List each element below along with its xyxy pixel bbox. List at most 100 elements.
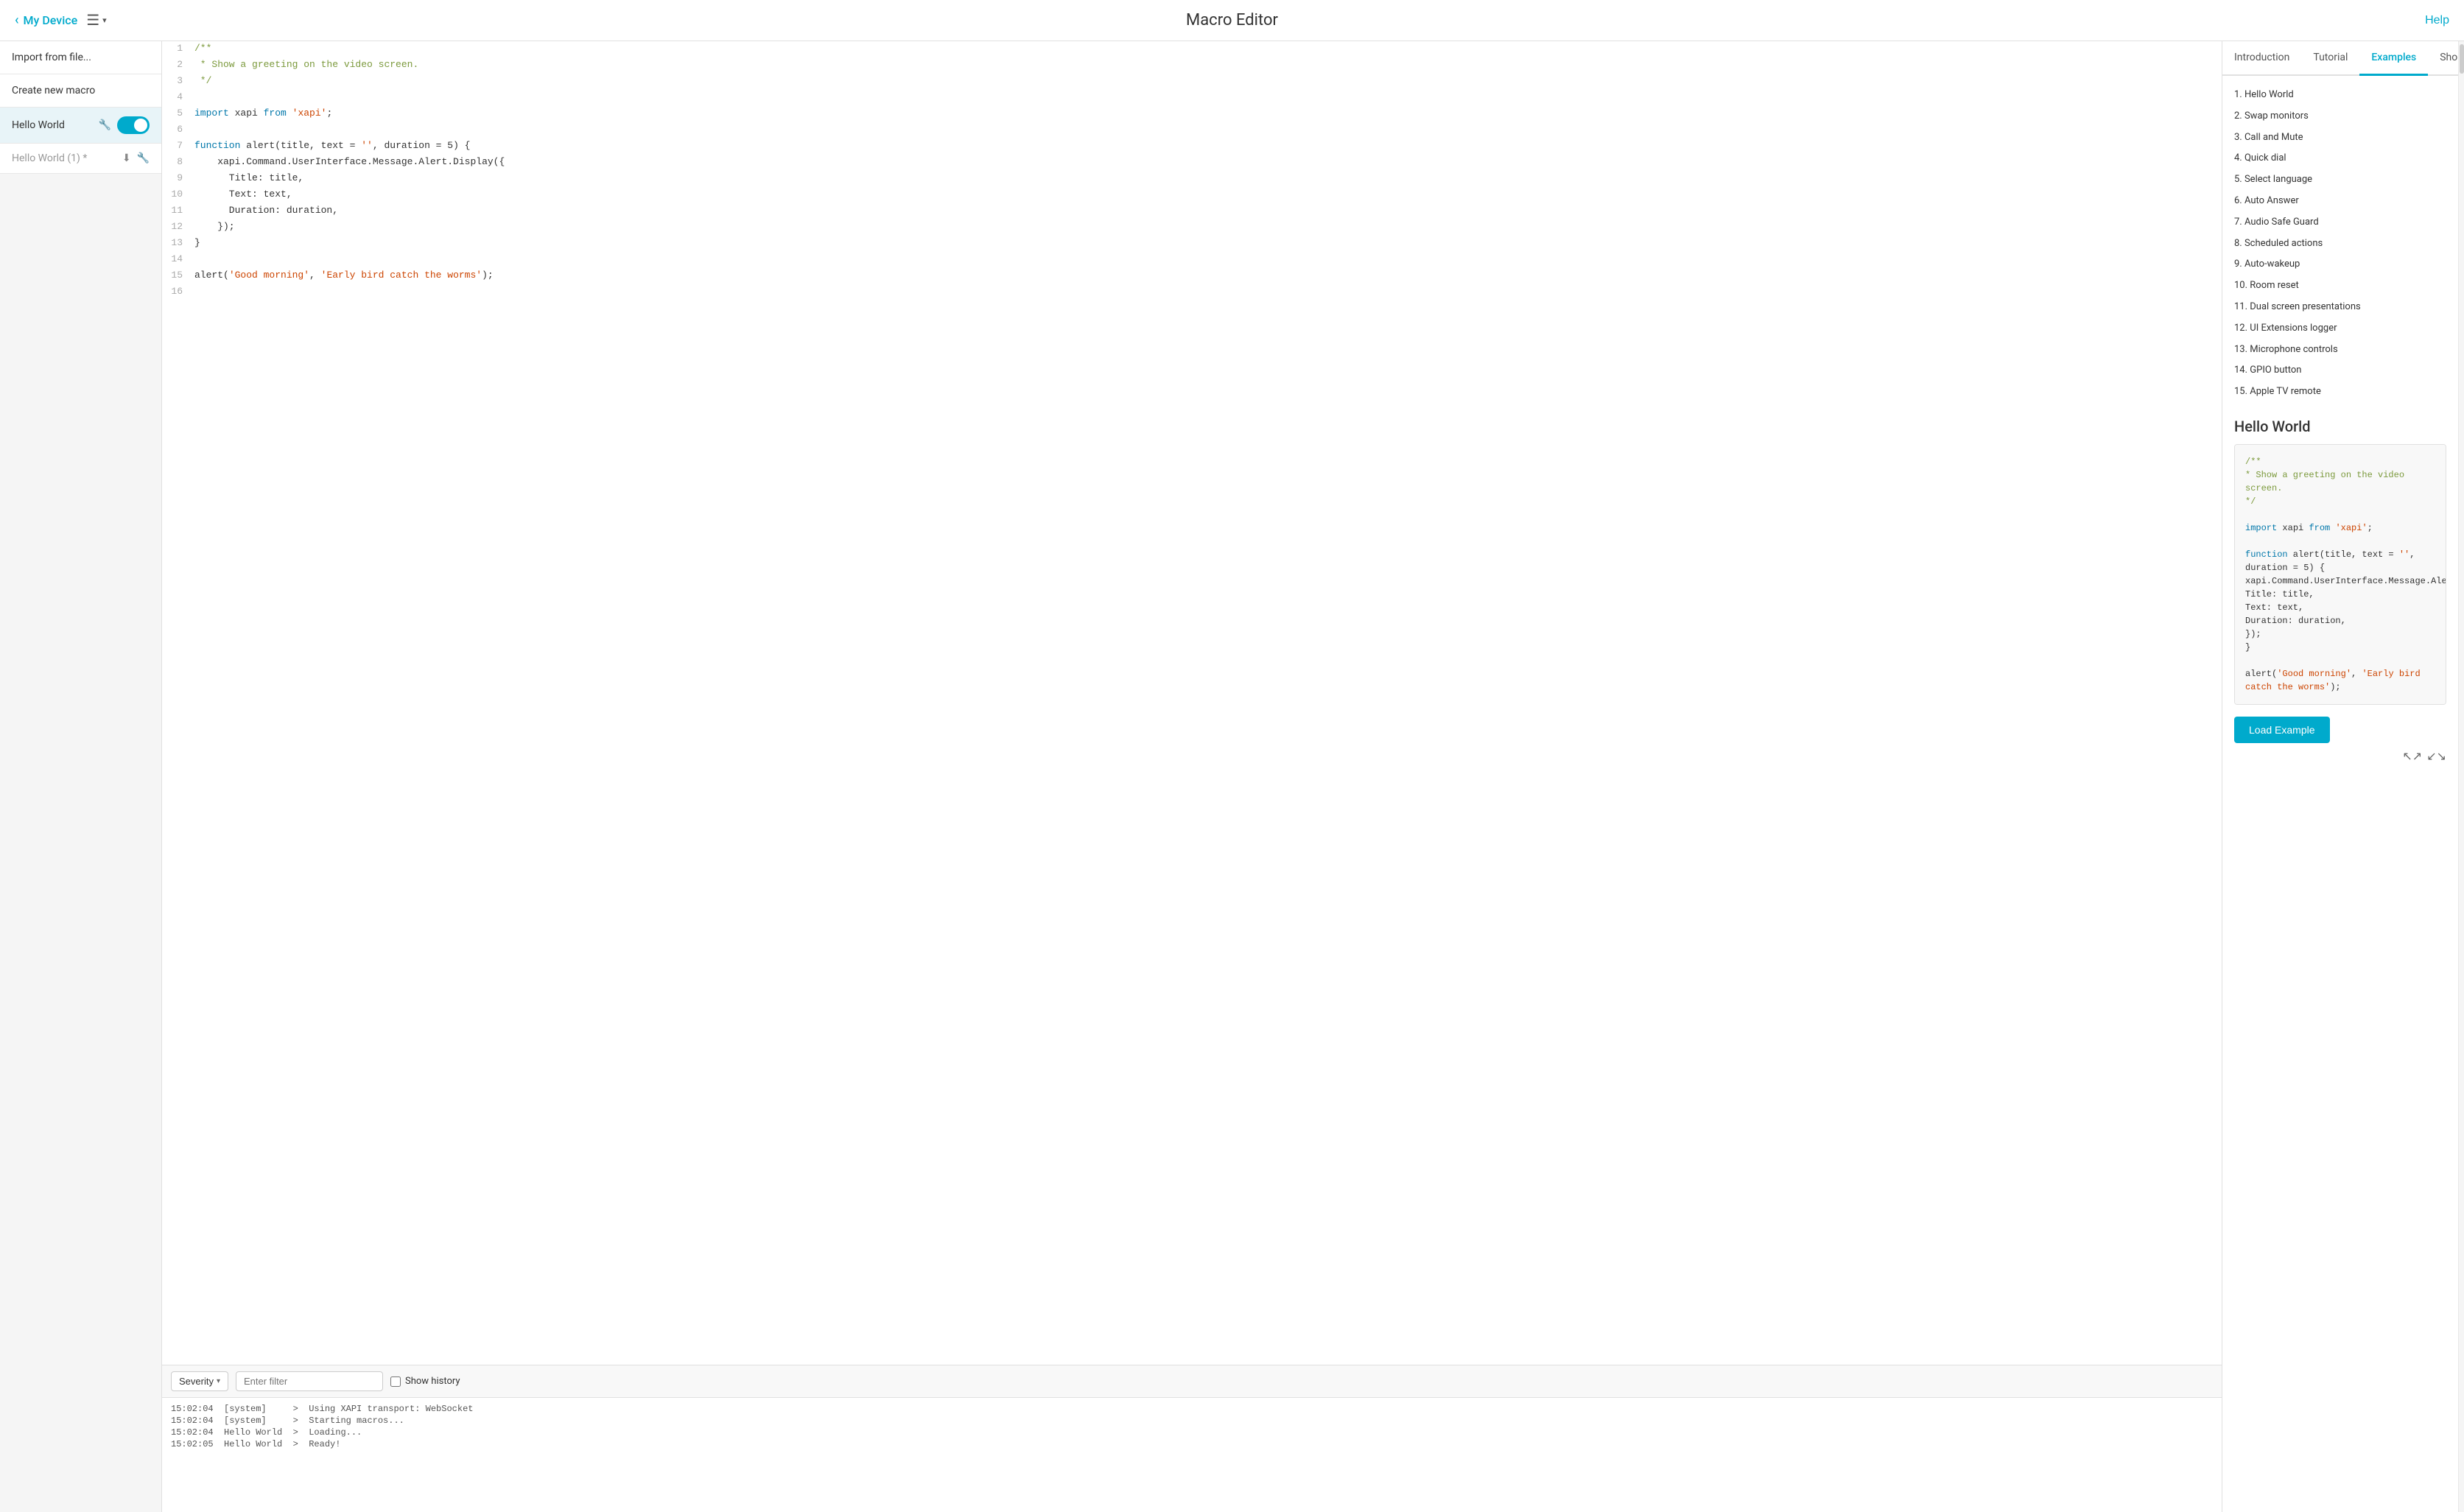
line-content-7: function alert(title, text = '', duratio… [192, 138, 2222, 155]
log-panel: Severity ▾ Show history 15:02:04 [system… [162, 1365, 2222, 1512]
line-content-5: import xapi from 'xapi'; [192, 106, 2222, 122]
line-num-12: 12 [162, 219, 192, 236]
example-code-box: /** * Show a greeting on the video scree… [2234, 444, 2446, 705]
create-new-macro[interactable]: Create new macro [0, 74, 161, 108]
wrench-icon[interactable]: 🔧 [99, 119, 111, 131]
log-entry-1: 15:02:04 [system] > Using XAPI transport… [171, 1404, 2213, 1414]
ex-line-14 [2245, 654, 2435, 667]
macro-hello-world[interactable]: Hello World 🔧 [0, 108, 161, 144]
ex-line-11: Duration: duration, [2245, 614, 2435, 627]
code-line-9: 9 Title: title, [162, 171, 2222, 187]
log-entry-3: 15:02:04 Hello World > Loading... [171, 1427, 2213, 1438]
example-item-1[interactable]: 1. Hello World [2234, 85, 2446, 106]
filter-input[interactable] [236, 1371, 383, 1391]
severity-arrow-icon: ▾ [217, 1377, 220, 1385]
back-arrow-icon: ‹ [15, 13, 19, 28]
show-history-text: Show history [405, 1376, 460, 1387]
example-item-3[interactable]: 3. Call and Mute [2234, 127, 2446, 149]
macro-actions-1: ⬇ 🔧 [122, 152, 150, 164]
macro-toggle[interactable] [117, 116, 150, 134]
severity-label: Severity [179, 1376, 214, 1387]
right-panel: Introduction Tutorial Examples Shortcuts… [2222, 41, 2458, 1512]
example-item-9[interactable]: 9. Auto-wakeup [2234, 254, 2446, 275]
line-content-6 [192, 122, 2222, 138]
line-content-12: }); [192, 219, 2222, 236]
ex-line-7: function alert(title, text = '', duratio… [2245, 548, 2435, 574]
example-item-13[interactable]: 13. Microphone controls [2234, 340, 2446, 361]
ex-line-8: xapi.Command.UserInterface.Message.Alert… [2245, 574, 2435, 588]
line-content-2: * Show a greeting on the video screen. [192, 57, 2222, 74]
line-num-11: 11 [162, 203, 192, 219]
tab-introduction[interactable]: Introduction [2222, 41, 2301, 76]
page-title: Macro Editor [1186, 11, 1278, 29]
line-content-11: Duration: duration, [192, 203, 2222, 219]
right-scrollbar[interactable] [2458, 41, 2464, 1512]
line-num-4: 4 [162, 90, 192, 106]
load-example-button[interactable]: Load Example [2234, 717, 2330, 743]
code-line-2: 2 * Show a greeting on the video screen. [162, 57, 2222, 74]
example-item-8[interactable]: 8. Scheduled actions [2234, 233, 2446, 255]
line-content-13: } [192, 236, 2222, 252]
log-entry-4: 15:02:05 Hello World > Ready! [171, 1439, 2213, 1449]
hamburger-button[interactable]: ☰ ▾ [86, 11, 106, 29]
example-item-7[interactable]: 7. Audio Safe Guard [2234, 212, 2446, 233]
show-history-checkbox[interactable] [390, 1376, 401, 1387]
example-item-11[interactable]: 11. Dual screen presentations [2234, 297, 2446, 318]
ex-line-15: alert('Good morning', 'Early bird catch … [2245, 667, 2435, 694]
ex-line-9: Title: title, [2245, 588, 2435, 601]
ex-line-13: } [2245, 641, 2435, 654]
download-icon[interactable]: ⬇ [122, 152, 131, 164]
code-editor[interactable]: 1 /** 2 * Show a greeting on the video s… [162, 41, 2222, 1365]
back-link[interactable]: ‹ My Device [15, 13, 77, 28]
code-line-5: 5 import xapi from 'xapi'; [162, 106, 2222, 122]
line-num-3: 3 [162, 74, 192, 90]
code-line-16: 16 [162, 284, 2222, 300]
wrench-icon-2[interactable]: 🔧 [137, 152, 150, 164]
line-num-5: 5 [162, 106, 192, 122]
line-num-13: 13 [162, 236, 192, 252]
example-item-15[interactable]: 15. Apple TV remote [2234, 381, 2446, 403]
ex-line-4 [2245, 508, 2435, 521]
macro-name-dim: Hello World (1) * [12, 152, 87, 164]
tab-shortcuts[interactable]: Shortcuts [2428, 41, 2458, 76]
log-toolbar: Severity ▾ Show history [162, 1365, 2222, 1398]
top-nav: ‹ My Device ☰ ▾ Macro Editor Help [0, 0, 2464, 41]
ex-line-3: */ [2245, 495, 2435, 508]
examples-list: 1. Hello World 2. Swap monitors 3. Call … [2234, 85, 2446, 403]
right-tabs: Introduction Tutorial Examples Shortcuts [2222, 41, 2458, 76]
show-history-label[interactable]: Show history [390, 1376, 460, 1387]
help-button[interactable]: Help [2425, 14, 2449, 27]
line-content-14 [192, 252, 2222, 268]
code-line-15: 15 alert('Good morning', 'Early bird cat… [162, 268, 2222, 284]
tab-examples[interactable]: Examples [2359, 41, 2428, 76]
example-item-2[interactable]: 2. Swap monitors [2234, 106, 2446, 127]
ex-line-5: import xapi from 'xapi'; [2245, 521, 2435, 535]
example-item-5[interactable]: 5. Select language [2234, 169, 2446, 191]
expand-icon-topleft[interactable]: ↖↗ [2402, 749, 2422, 763]
code-line-11: 11 Duration: duration, [162, 203, 2222, 219]
example-item-6[interactable]: 6. Auto Answer [2234, 191, 2446, 212]
back-label: My Device [24, 13, 78, 27]
code-line-3: 3 */ [162, 74, 2222, 90]
line-num-7: 7 [162, 138, 192, 155]
example-item-10[interactable]: 10. Room reset [2234, 275, 2446, 297]
ex-line-10: Text: text, [2245, 601, 2435, 614]
line-num-14: 14 [162, 252, 192, 268]
severity-button[interactable]: Severity ▾ [171, 1371, 228, 1391]
macro-hello-world-1[interactable]: Hello World (1) * ⬇ 🔧 [0, 144, 161, 174]
tab-tutorial[interactable]: Tutorial [2301, 41, 2359, 76]
example-item-14[interactable]: 14. GPIO button [2234, 360, 2446, 381]
line-num-8: 8 [162, 155, 192, 171]
hamburger-arrow: ▾ [102, 15, 107, 25]
example-item-12[interactable]: 12. UI Extensions logger [2234, 318, 2446, 340]
right-scrollbar-thumb[interactable] [2460, 44, 2464, 74]
nav-left: ‹ My Device ☰ ▾ [15, 11, 107, 29]
code-line-1: 1 /** [162, 41, 2222, 57]
example-item-4[interactable]: 4. Quick dial [2234, 148, 2446, 169]
line-content-16 [192, 284, 2222, 300]
line-content-3: */ [192, 74, 2222, 90]
import-from-file[interactable]: Import from file... [0, 41, 161, 74]
code-line-4: 4 [162, 90, 2222, 106]
code-line-6: 6 [162, 122, 2222, 138]
expand-icon-bottomright[interactable]: ↙↘ [2426, 749, 2446, 763]
